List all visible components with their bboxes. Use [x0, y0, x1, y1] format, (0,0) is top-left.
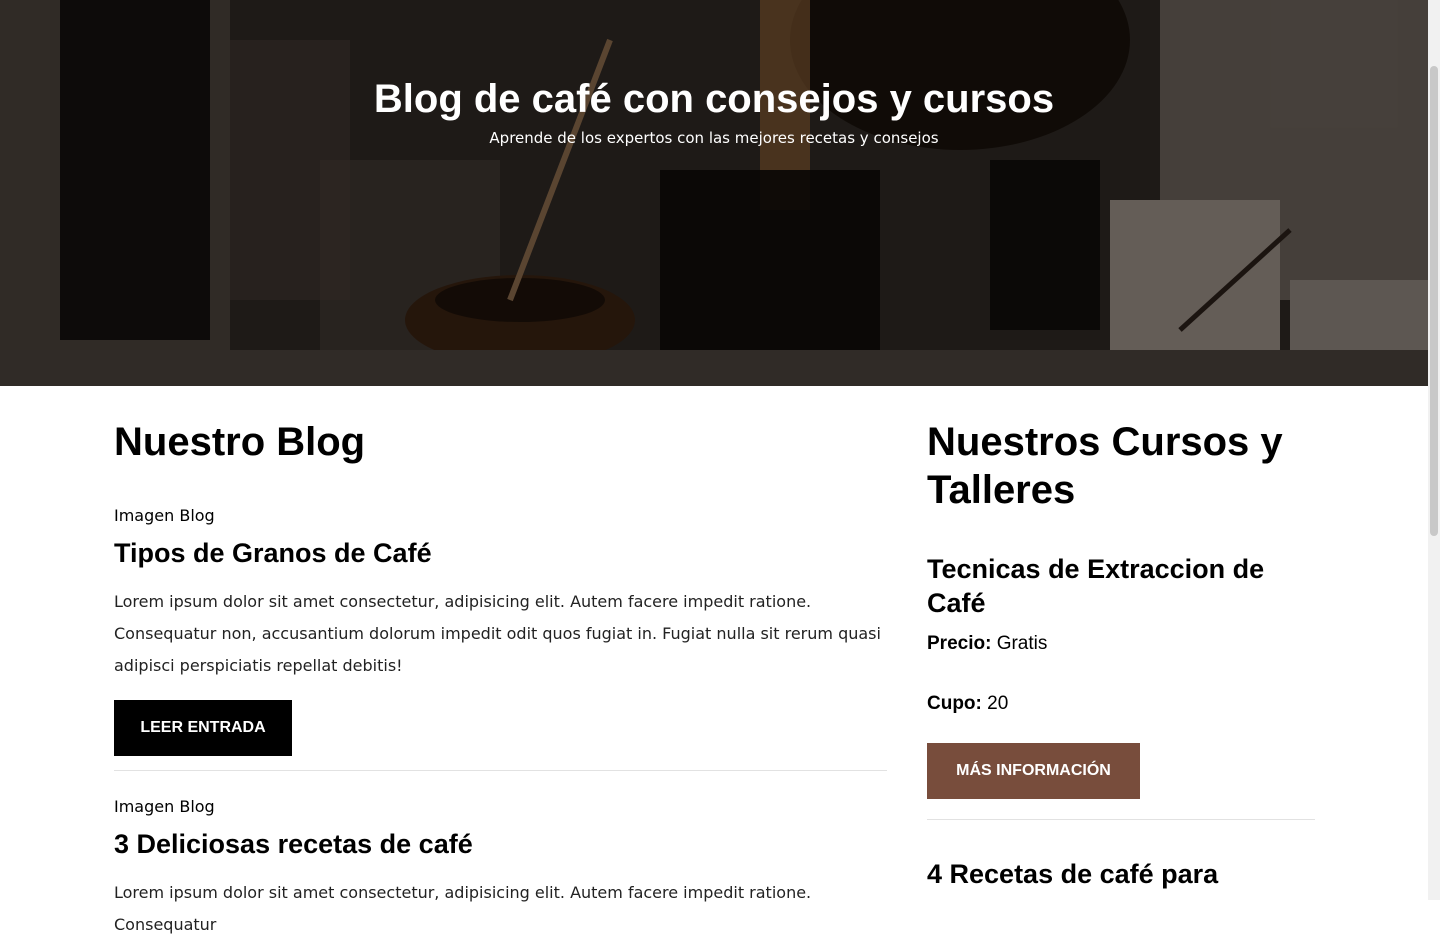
- more-info-button[interactable]: MÁS INFORMACIÓN: [927, 743, 1140, 799]
- blog-entry: Imagen Blog Tipos de Granos de Café Lore…: [114, 506, 887, 756]
- vertical-scrollbar[interactable]: [1428, 0, 1440, 900]
- blog-entry-divider: [114, 770, 887, 771]
- course-divider: [927, 819, 1315, 820]
- course-quota: Cupo: 20: [927, 692, 1008, 716]
- course-price-label: Precio:: [927, 633, 992, 654]
- read-entry-button[interactable]: LEER ENTRADA: [114, 700, 292, 756]
- course-price: Precio: Gratis: [927, 632, 1047, 656]
- blog-entry-text: Lorem ipsum dolor sit amet consectetur, …: [114, 592, 881, 675]
- course-quota-value: 20: [987, 693, 1009, 714]
- blog-entry-image: Imagen Blog: [114, 797, 215, 816]
- course-quota-label: Cupo:: [927, 693, 982, 714]
- blog-entry-title[interactable]: Tipos de Granos de Café: [114, 536, 887, 570]
- courses-section-title: Nuestros Cursos y Talleres: [927, 420, 1283, 512]
- course-title: 4 Recetas de café para: [927, 859, 1219, 889]
- course-price-value: Gratis: [996, 633, 1048, 654]
- blog-entry-text: Lorem ipsum dolor sit amet consectetur, …: [114, 883, 812, 934]
- hero-banner: Blog de café con consejos y cursos Apren…: [0, 0, 1428, 386]
- blog-entry-title[interactable]: 3 Deliciosas recetas de café: [114, 827, 887, 861]
- course-title: Tecnicas de Extraccion de Café: [927, 554, 1265, 618]
- blog-section-title: Nuestro Blog: [114, 420, 366, 464]
- hero-overlay: [0, 0, 1428, 386]
- hero-title: Blog de café con consejos y cursos: [373, 77, 1055, 121]
- scrollbar-thumb[interactable]: [1430, 66, 1438, 536]
- blog-section: Nuestro Blog Imagen Blog Tipos de Granos…: [114, 418, 887, 934]
- courses-section: Nuestros Cursos y Talleres Tecnicas de E…: [927, 418, 1315, 889]
- blog-entry: Imagen Blog 3 Deliciosas recetas de café…: [114, 797, 887, 941]
- hero-subtitle: Aprende de los expertos con las mejores …: [489, 129, 939, 147]
- blog-entry-image: Imagen Blog: [114, 506, 215, 525]
